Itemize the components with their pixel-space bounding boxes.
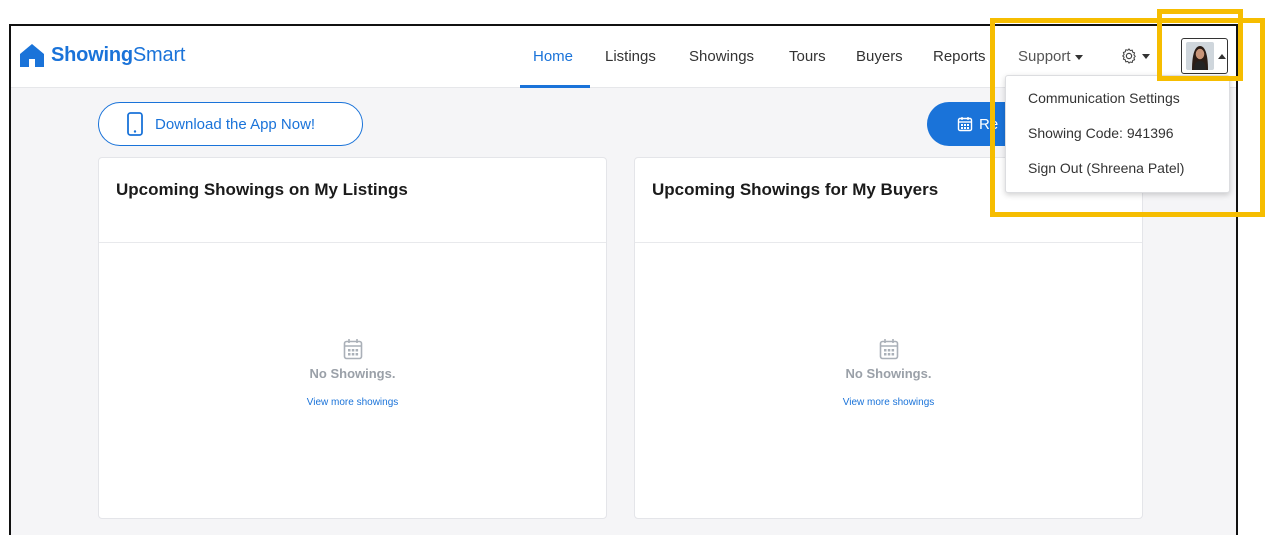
view-more-showings-link[interactable]: View more showings — [635, 397, 1142, 408]
user-menu-dropdown: Communication Settings Showing Code: 941… — [1005, 75, 1230, 193]
chevron-up-icon — [1218, 53, 1226, 59]
gear-icon — [1122, 48, 1136, 64]
phone-icon — [127, 112, 143, 136]
brand-name-bold: Showing — [51, 43, 133, 66]
app-window: ShowingSmart Home Listings Showings Tour… — [9, 24, 1238, 535]
avatar — [1186, 42, 1214, 70]
download-app-button[interactable]: Download the App Now! — [98, 102, 363, 146]
view-more-showings-link[interactable]: View more showings — [99, 397, 606, 408]
chevron-down-icon — [1074, 54, 1083, 60]
nav-showings[interactable]: Showings — [689, 48, 754, 65]
menu-item-sign-out[interactable]: Sign Out (Shreena Patel) — [1028, 160, 1184, 176]
nav-tours[interactable]: Tours — [789, 48, 826, 65]
download-app-label: Download the App Now! — [155, 115, 316, 133]
user-menu-button[interactable] — [1181, 38, 1228, 74]
brand-logo[interactable]: ShowingSmart — [19, 42, 185, 68]
buyers-showings-card: Upcoming Showings for My Buyers No Showi… — [634, 157, 1143, 519]
menu-item-showing-code[interactable]: Showing Code: 941396 — [1028, 125, 1174, 141]
card-title: Upcoming Showings for My Buyers — [652, 180, 939, 199]
nav-home[interactable]: Home — [533, 48, 573, 65]
empty-state: No Showings. View more showings — [99, 338, 606, 408]
card-title: Upcoming Showings on My Listings — [116, 180, 408, 199]
settings-menu-button[interactable] — [1120, 47, 1150, 65]
empty-state-title: No Showings. — [845, 366, 932, 381]
nav-listings[interactable]: Listings — [605, 48, 656, 65]
brand-name: ShowingSmart — [51, 44, 185, 67]
nav-support[interactable]: Support — [1018, 48, 1083, 65]
chevron-down-icon — [1142, 53, 1150, 59]
house-logo-icon — [20, 44, 44, 67]
empty-state-title: No Showings. — [309, 366, 396, 381]
request-showing-label: Re — [979, 115, 999, 133]
card-divider — [99, 242, 606, 243]
calendar-icon — [879, 339, 898, 360]
active-tab-indicator — [520, 85, 590, 88]
calendar-icon — [957, 117, 973, 132]
nav-reports[interactable]: Reports — [933, 48, 986, 65]
nav-support-label: Support — [1018, 48, 1071, 65]
card-divider — [635, 242, 1142, 243]
calendar-icon — [343, 339, 362, 360]
listings-showings-card: Upcoming Showings on My Listings No Show… — [98, 157, 607, 519]
nav-buyers[interactable]: Buyers — [856, 48, 903, 65]
empty-state: No Showings. View more showings — [635, 338, 1142, 408]
brand-name-light: Smart — [132, 43, 186, 66]
menu-item-communication-settings[interactable]: Communication Settings — [1028, 90, 1180, 106]
